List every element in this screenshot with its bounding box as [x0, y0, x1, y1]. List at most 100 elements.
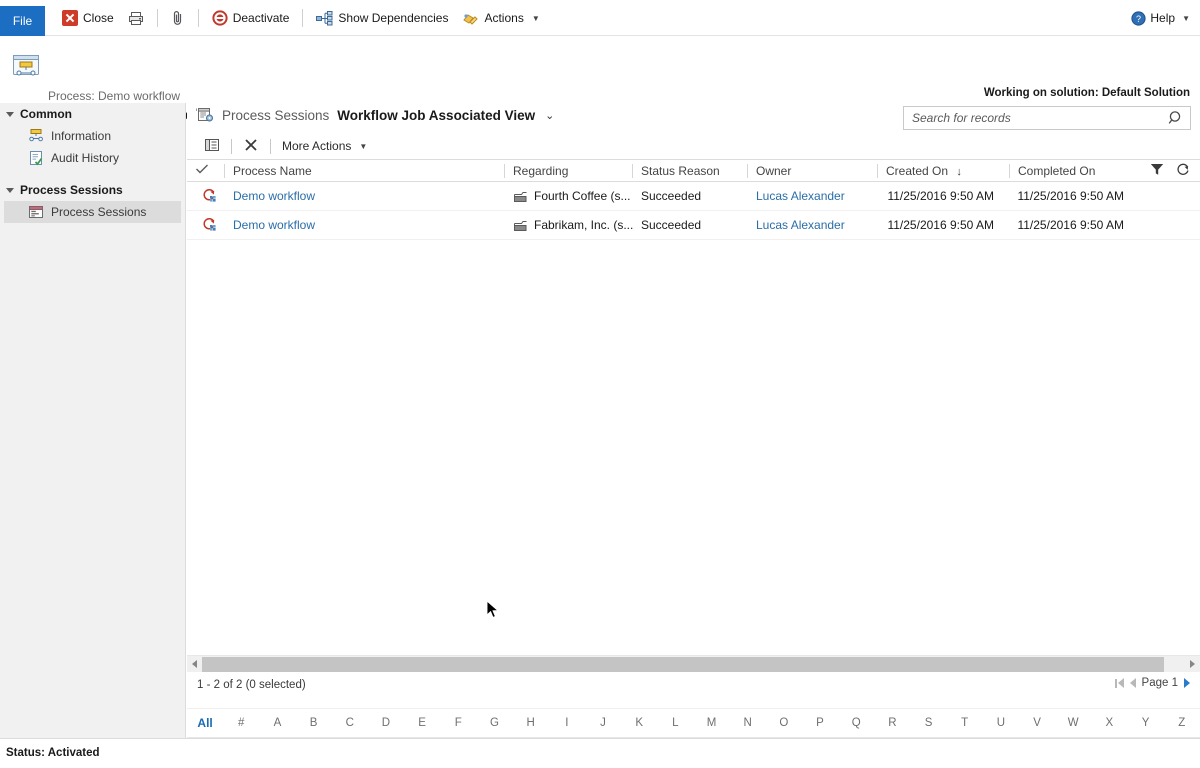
column-header-completed-on-label: Completed On	[1018, 163, 1096, 178]
search-icon[interactable]	[1166, 108, 1186, 128]
alpha-filter-p[interactable]: P	[802, 717, 838, 729]
owner-link[interactable]: Lucas Alexander	[756, 189, 845, 203]
alpha-filter-all[interactable]: All	[187, 716, 223, 730]
alpha-filter-o[interactable]: O	[766, 717, 802, 729]
print-button[interactable]	[121, 3, 151, 33]
more-actions-button[interactable]: More Actions ▼	[273, 134, 376, 158]
help-button[interactable]: ? Help ▼	[1131, 0, 1190, 36]
alpha-filter-b[interactable]: B	[296, 717, 332, 729]
alpha-filter-t[interactable]: T	[947, 717, 983, 729]
cell-process-name[interactable]: Demo workflow	[225, 210, 505, 240]
alpha-filter-f[interactable]: F	[440, 717, 476, 729]
alpha-filter-h[interactable]: H	[513, 717, 549, 729]
process-session-icon	[28, 204, 44, 220]
horizontal-scrollbar[interactable]	[187, 655, 1200, 672]
cell-created-on: 11/25/2016 9:50 AM	[878, 210, 1010, 240]
sidebar-item-audit-history[interactable]: Audit History	[4, 147, 181, 169]
alpha-filter-s[interactable]: S	[910, 717, 946, 729]
nav-group-common-label: Common	[20, 107, 72, 121]
alpha-filter-q[interactable]: Q	[838, 717, 874, 729]
alpha-filter-k[interactable]: K	[621, 717, 657, 729]
actions-menu-button[interactable]: Actions ▼	[455, 3, 546, 33]
row-icon-cell[interactable]	[187, 210, 225, 240]
cell-owner[interactable]: Lucas Alexander	[748, 210, 878, 240]
alpha-filter-w[interactable]: W	[1055, 717, 1091, 729]
workflow-session-icon	[202, 217, 218, 233]
first-page-button[interactable]	[1114, 678, 1124, 688]
alpha-filter-e[interactable]: E	[404, 717, 440, 729]
alpha-filter-g[interactable]: G	[476, 717, 512, 729]
scroll-left-button[interactable]	[187, 656, 202, 673]
column-header-regarding[interactable]: Regarding	[505, 159, 633, 182]
close-button[interactable]: Close	[55, 3, 121, 33]
view-selector[interactable]: Process Sessions Workflow Job Associated…	[196, 107, 554, 124]
alpha-filter-u[interactable]: U	[983, 717, 1019, 729]
account-icon	[513, 190, 528, 203]
chart-pane-button[interactable]	[195, 134, 229, 158]
arrow-left-icon	[192, 660, 197, 668]
process-name-link[interactable]: Demo workflow	[233, 189, 315, 203]
cell-owner[interactable]: Lucas Alexander	[748, 181, 878, 211]
sidebar-item-information[interactable]: Information	[4, 125, 181, 147]
actions-menu-label: Actions	[484, 11, 524, 25]
chevron-down-icon[interactable]: ⌄	[545, 109, 554, 122]
ribbon-toolbar: File Close Deactivate Show Dependencies …	[0, 0, 1200, 36]
alpha-filter-l[interactable]: L	[657, 717, 693, 729]
select-all-column-header[interactable]	[187, 159, 225, 182]
alpha-filter-v[interactable]: V	[1019, 717, 1055, 729]
alpha-filter-m[interactable]: M	[693, 717, 729, 729]
chevron-down-icon: ▼	[531, 13, 540, 23]
alpha-filter-x[interactable]: X	[1091, 717, 1127, 729]
regarding-text: Fabrikam, Inc. (s...	[534, 218, 633, 232]
next-page-button[interactable]	[1184, 678, 1190, 688]
filter-icon[interactable]	[1150, 163, 1164, 179]
scrollbar-thumb[interactable]	[202, 656, 1164, 672]
nav-group-common[interactable]: Common	[0, 103, 185, 125]
nav-group-process-sessions[interactable]: Process Sessions	[0, 179, 185, 201]
column-header-process-name-label: Process Name	[233, 163, 312, 178]
scrollbar-track[interactable]	[202, 656, 1185, 672]
show-dependencies-button[interactable]: Show Dependencies	[309, 3, 455, 33]
column-header-created-on[interactable]: Created On ↓	[878, 159, 1010, 182]
arrow-left-icon	[1129, 678, 1136, 688]
search-input[interactable]	[910, 108, 1166, 128]
alpha-filter-n[interactable]: N	[730, 717, 766, 729]
cell-created-on: 11/25/2016 9:50 AM	[878, 181, 1010, 211]
attachment-button[interactable]	[164, 3, 192, 33]
alphabet-index: All # A B C D E F G H I J K L M N O P Q …	[187, 708, 1200, 738]
process-name-link[interactable]: Demo workflow	[233, 218, 315, 232]
file-tab[interactable]: File	[0, 6, 45, 36]
table-header: Process Name Regarding Status Reason Own…	[187, 159, 1200, 182]
alpha-filter-y[interactable]: Y	[1127, 717, 1163, 729]
column-header-owner[interactable]: Owner	[748, 159, 878, 182]
cell-process-name[interactable]: Demo workflow	[225, 181, 505, 211]
alpha-filter-hash[interactable]: #	[223, 717, 259, 729]
previous-page-button[interactable]	[1129, 678, 1136, 688]
column-header-completed-on[interactable]: Completed On	[1010, 159, 1140, 182]
alpha-filter-i[interactable]: I	[549, 717, 585, 729]
cell-row-end	[1140, 210, 1200, 240]
table-row[interactable]: Demo workflow	[187, 210, 1200, 240]
alpha-filter-c[interactable]: C	[332, 717, 368, 729]
deactivate-button[interactable]: Deactivate	[205, 3, 297, 33]
pagination: Page 1	[1114, 677, 1190, 689]
ribbon-commands: Close Deactivate Show Dependencies Actio…	[55, 0, 547, 36]
arrow-left-icon	[1117, 678, 1124, 688]
column-header-process-name[interactable]: Process Name	[225, 159, 505, 182]
alpha-filter-j[interactable]: J	[585, 717, 621, 729]
alpha-filter-a[interactable]: A	[259, 717, 295, 729]
delete-button[interactable]	[234, 134, 268, 158]
alpha-filter-r[interactable]: R	[874, 717, 910, 729]
owner-link[interactable]: Lucas Alexander	[756, 218, 845, 232]
refresh-icon[interactable]	[1176, 163, 1190, 179]
left-navigation: Common Information Audit History Process…	[0, 103, 186, 738]
table-row[interactable]: Demo workflow	[187, 181, 1200, 211]
search-box[interactable]	[903, 106, 1191, 130]
alpha-filter-z[interactable]: Z	[1164, 717, 1200, 729]
row-icon-cell[interactable]	[187, 181, 225, 211]
scroll-right-button[interactable]	[1185, 656, 1200, 673]
checkmark-icon[interactable]	[195, 164, 209, 178]
sidebar-item-process-sessions[interactable]: Process Sessions	[4, 201, 181, 223]
column-header-status-reason[interactable]: Status Reason	[633, 159, 748, 182]
alpha-filter-d[interactable]: D	[368, 717, 404, 729]
